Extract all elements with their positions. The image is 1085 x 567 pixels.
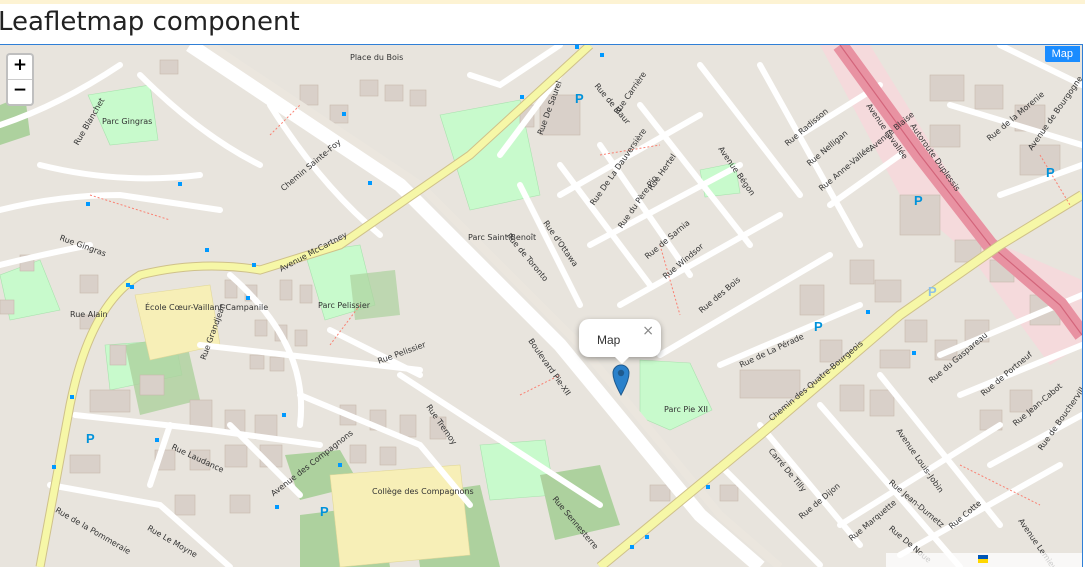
popup-text: Map — [597, 333, 621, 347]
svg-text:P: P — [928, 284, 937, 299]
svg-text:P: P — [86, 431, 95, 446]
zoom-in-button[interactable]: + — [8, 55, 32, 80]
leaflet-map[interactable]: PPP PPP P Rue Alain Rue Gingras Rue Blanch… — [0, 44, 1083, 567]
svg-text:P: P — [1046, 165, 1055, 180]
svg-text:P: P — [814, 319, 823, 334]
zoom-control: + − — [6, 53, 34, 106]
top-notification-strip — [0, 0, 1085, 4]
street-label: Parc Pie XII — [664, 405, 708, 414]
street-label: Parc Saint-Benoît — [468, 233, 537, 242]
marker-popup: Map × — [579, 319, 661, 364]
street-label: Parc Pelissier — [318, 301, 371, 310]
map-layer-tag[interactable]: Map — [1044, 46, 1080, 62]
street-label: École Cœur-Vaillant-Campanile — [145, 303, 269, 312]
svg-text:P: P — [575, 91, 584, 106]
svg-text:P: P — [914, 193, 923, 208]
street-label: Place du Bois — [350, 53, 404, 62]
attribution-bar — [886, 553, 1082, 567]
zoom-out-button[interactable]: − — [8, 80, 32, 104]
popup-close-button[interactable]: × — [642, 323, 654, 339]
street-label: Parc Gingras — [102, 117, 153, 126]
ukraine-flag-icon — [978, 555, 988, 563]
street-label: Rue Alain — [70, 310, 108, 319]
svg-text:P: P — [320, 504, 329, 519]
street-label: Collège des Compagnons — [372, 487, 474, 496]
page-title: Leafletmap component — [0, 7, 300, 37]
popup-tip — [613, 355, 631, 364]
